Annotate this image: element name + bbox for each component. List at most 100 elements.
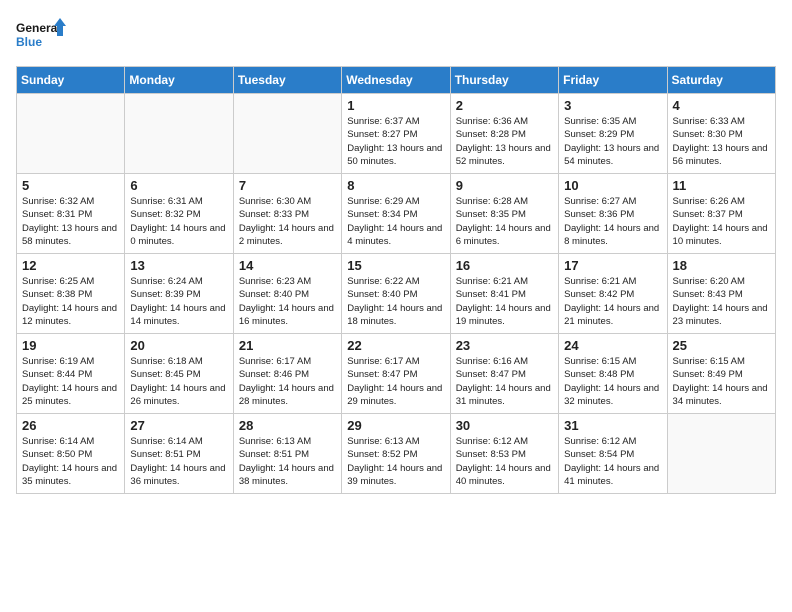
day-info: Sunrise: 6:12 AM Sunset: 8:53 PM Dayligh… xyxy=(456,435,553,488)
daylight-text: Daylight: 13 hours and 54 minutes. xyxy=(564,143,659,167)
daylight-text: Daylight: 14 hours and 39 minutes. xyxy=(347,463,442,487)
calendar-cell xyxy=(667,414,775,494)
daylight-text: Daylight: 13 hours and 56 minutes. xyxy=(673,143,768,167)
sunset-text: Sunset: 8:49 PM xyxy=(673,369,743,380)
sunrise-text: Sunrise: 6:14 AM xyxy=(130,436,202,447)
day-number: 28 xyxy=(239,418,336,433)
col-header-tuesday: Tuesday xyxy=(233,67,341,94)
day-number: 17 xyxy=(564,258,661,273)
col-header-saturday: Saturday xyxy=(667,67,775,94)
daylight-text: Daylight: 14 hours and 28 minutes. xyxy=(239,383,334,407)
calendar-cell: 4 Sunrise: 6:33 AM Sunset: 8:30 PM Dayli… xyxy=(667,94,775,174)
day-number: 18 xyxy=(673,258,770,273)
sunset-text: Sunset: 8:37 PM xyxy=(673,209,743,220)
col-header-friday: Friday xyxy=(559,67,667,94)
col-header-monday: Monday xyxy=(125,67,233,94)
calendar-cell: 31 Sunrise: 6:12 AM Sunset: 8:54 PM Dayl… xyxy=(559,414,667,494)
calendar-table: SundayMondayTuesdayWednesdayThursdayFrid… xyxy=(16,66,776,494)
calendar-cell: 17 Sunrise: 6:21 AM Sunset: 8:42 PM Dayl… xyxy=(559,254,667,334)
day-number: 31 xyxy=(564,418,661,433)
day-number: 30 xyxy=(456,418,553,433)
daylight-text: Daylight: 14 hours and 25 minutes. xyxy=(22,383,117,407)
sunset-text: Sunset: 8:29 PM xyxy=(564,129,634,140)
sunrise-text: Sunrise: 6:15 AM xyxy=(673,356,745,367)
day-info: Sunrise: 6:17 AM Sunset: 8:47 PM Dayligh… xyxy=(347,355,444,408)
day-info: Sunrise: 6:15 AM Sunset: 8:48 PM Dayligh… xyxy=(564,355,661,408)
sunrise-text: Sunrise: 6:23 AM xyxy=(239,276,311,287)
week-row-4: 19 Sunrise: 6:19 AM Sunset: 8:44 PM Dayl… xyxy=(17,334,776,414)
calendar-cell xyxy=(125,94,233,174)
sunrise-text: Sunrise: 6:35 AM xyxy=(564,116,636,127)
sunrise-text: Sunrise: 6:13 AM xyxy=(347,436,419,447)
day-number: 13 xyxy=(130,258,227,273)
day-info: Sunrise: 6:23 AM Sunset: 8:40 PM Dayligh… xyxy=(239,275,336,328)
calendar-cell: 2 Sunrise: 6:36 AM Sunset: 8:28 PM Dayli… xyxy=(450,94,558,174)
day-info: Sunrise: 6:33 AM Sunset: 8:30 PM Dayligh… xyxy=(673,115,770,168)
sunset-text: Sunset: 8:54 PM xyxy=(564,449,634,460)
day-info: Sunrise: 6:37 AM Sunset: 8:27 PM Dayligh… xyxy=(347,115,444,168)
day-info: Sunrise: 6:24 AM Sunset: 8:39 PM Dayligh… xyxy=(130,275,227,328)
calendar-cell: 11 Sunrise: 6:26 AM Sunset: 8:37 PM Dayl… xyxy=(667,174,775,254)
sunrise-text: Sunrise: 6:19 AM xyxy=(22,356,94,367)
day-number: 2 xyxy=(456,98,553,113)
calendar-cell: 7 Sunrise: 6:30 AM Sunset: 8:33 PM Dayli… xyxy=(233,174,341,254)
day-info: Sunrise: 6:13 AM Sunset: 8:52 PM Dayligh… xyxy=(347,435,444,488)
sunrise-text: Sunrise: 6:14 AM xyxy=(22,436,94,447)
daylight-text: Daylight: 14 hours and 41 minutes. xyxy=(564,463,659,487)
day-number: 26 xyxy=(22,418,119,433)
day-info: Sunrise: 6:36 AM Sunset: 8:28 PM Dayligh… xyxy=(456,115,553,168)
calendar-cell: 30 Sunrise: 6:12 AM Sunset: 8:53 PM Dayl… xyxy=(450,414,558,494)
calendar-cell xyxy=(17,94,125,174)
day-number: 23 xyxy=(456,338,553,353)
daylight-text: Daylight: 14 hours and 10 minutes. xyxy=(673,223,768,247)
calendar-cell: 3 Sunrise: 6:35 AM Sunset: 8:29 PM Dayli… xyxy=(559,94,667,174)
sunrise-text: Sunrise: 6:29 AM xyxy=(347,196,419,207)
daylight-text: Daylight: 14 hours and 36 minutes. xyxy=(130,463,225,487)
daylight-text: Daylight: 14 hours and 21 minutes. xyxy=(564,303,659,327)
daylight-text: Daylight: 14 hours and 14 minutes. xyxy=(130,303,225,327)
daylight-text: Daylight: 14 hours and 29 minutes. xyxy=(347,383,442,407)
daylight-text: Daylight: 14 hours and 4 minutes. xyxy=(347,223,442,247)
week-row-5: 26 Sunrise: 6:14 AM Sunset: 8:50 PM Dayl… xyxy=(17,414,776,494)
sunset-text: Sunset: 8:36 PM xyxy=(564,209,634,220)
sunrise-text: Sunrise: 6:36 AM xyxy=(456,116,528,127)
day-number: 8 xyxy=(347,178,444,193)
sunrise-text: Sunrise: 6:13 AM xyxy=(239,436,311,447)
day-number: 20 xyxy=(130,338,227,353)
day-info: Sunrise: 6:31 AM Sunset: 8:32 PM Dayligh… xyxy=(130,195,227,248)
sunset-text: Sunset: 8:42 PM xyxy=(564,289,634,300)
sunrise-text: Sunrise: 6:16 AM xyxy=(456,356,528,367)
sunset-text: Sunset: 8:52 PM xyxy=(347,449,417,460)
sunset-text: Sunset: 8:48 PM xyxy=(564,369,634,380)
sunset-text: Sunset: 8:34 PM xyxy=(347,209,417,220)
sunrise-text: Sunrise: 6:22 AM xyxy=(347,276,419,287)
sunrise-text: Sunrise: 6:17 AM xyxy=(347,356,419,367)
sunset-text: Sunset: 8:31 PM xyxy=(22,209,92,220)
day-number: 3 xyxy=(564,98,661,113)
sunset-text: Sunset: 8:32 PM xyxy=(130,209,200,220)
daylight-text: Daylight: 14 hours and 26 minutes. xyxy=(130,383,225,407)
calendar-cell: 27 Sunrise: 6:14 AM Sunset: 8:51 PM Dayl… xyxy=(125,414,233,494)
daylight-text: Daylight: 14 hours and 2 minutes. xyxy=(239,223,334,247)
calendar-cell: 18 Sunrise: 6:20 AM Sunset: 8:43 PM Dayl… xyxy=(667,254,775,334)
day-number: 9 xyxy=(456,178,553,193)
svg-text:Blue: Blue xyxy=(16,35,42,49)
daylight-text: Daylight: 14 hours and 19 minutes. xyxy=(456,303,551,327)
calendar-cell: 25 Sunrise: 6:15 AM Sunset: 8:49 PM Dayl… xyxy=(667,334,775,414)
day-number: 27 xyxy=(130,418,227,433)
day-info: Sunrise: 6:20 AM Sunset: 8:43 PM Dayligh… xyxy=(673,275,770,328)
sunset-text: Sunset: 8:47 PM xyxy=(456,369,526,380)
calendar-cell: 5 Sunrise: 6:32 AM Sunset: 8:31 PM Dayli… xyxy=(17,174,125,254)
day-info: Sunrise: 6:15 AM Sunset: 8:49 PM Dayligh… xyxy=(673,355,770,408)
day-info: Sunrise: 6:16 AM Sunset: 8:47 PM Dayligh… xyxy=(456,355,553,408)
sunrise-text: Sunrise: 6:20 AM xyxy=(673,276,745,287)
day-info: Sunrise: 6:18 AM Sunset: 8:45 PM Dayligh… xyxy=(130,355,227,408)
day-number: 21 xyxy=(239,338,336,353)
day-number: 15 xyxy=(347,258,444,273)
calendar-cell: 29 Sunrise: 6:13 AM Sunset: 8:52 PM Dayl… xyxy=(342,414,450,494)
day-info: Sunrise: 6:14 AM Sunset: 8:50 PM Dayligh… xyxy=(22,435,119,488)
sunrise-text: Sunrise: 6:33 AM xyxy=(673,116,745,127)
daylight-text: Daylight: 14 hours and 34 minutes. xyxy=(673,383,768,407)
daylight-text: Daylight: 13 hours and 50 minutes. xyxy=(347,143,442,167)
sunset-text: Sunset: 8:27 PM xyxy=(347,129,417,140)
